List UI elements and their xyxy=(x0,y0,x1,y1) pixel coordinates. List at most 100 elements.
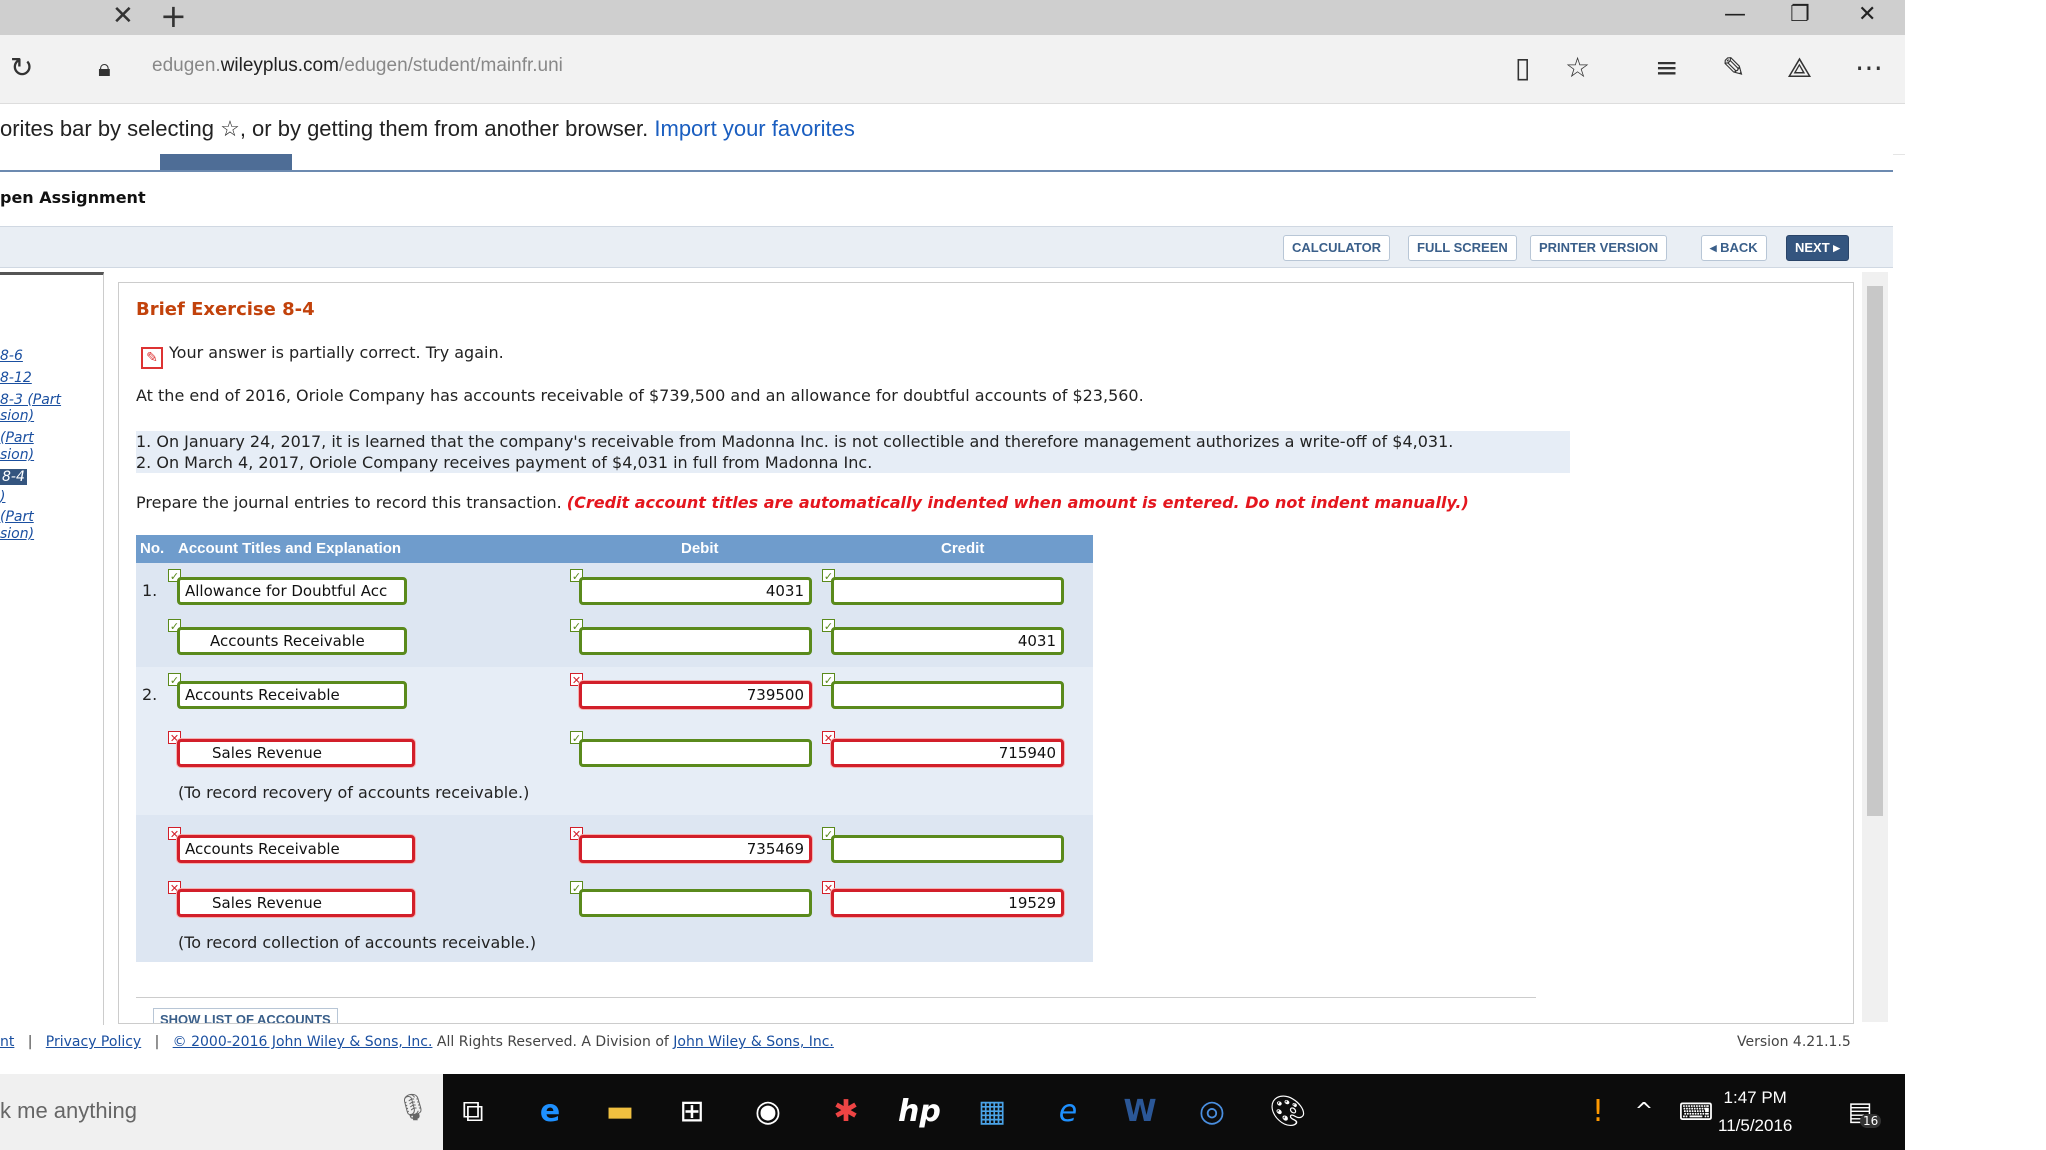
debit-field[interactable]: 739500 xyxy=(579,681,812,709)
favorite-star-icon[interactable]: ☆ xyxy=(1565,49,1590,87)
more-icon[interactable]: ⋯ xyxy=(1855,49,1883,87)
transaction-item: 1. On January 24, 2017, it is learned th… xyxy=(136,432,1454,451)
credit-field[interactable] xyxy=(831,835,1064,863)
paint-icon[interactable]: 🎨︎ xyxy=(1268,1092,1308,1132)
nav-tab-selected[interactable] xyxy=(160,154,292,170)
privacy-policy-link[interactable]: Privacy Policy xyxy=(46,1034,141,1050)
back-button[interactable]: ◂ BACK xyxy=(1701,235,1767,261)
alert-icon[interactable]: ! xyxy=(1578,1092,1618,1132)
account-field[interactable]: Sales Revenue xyxy=(177,889,415,917)
close-window-icon[interactable]: ✕ xyxy=(1858,0,1876,30)
scrollbar-thumb[interactable] xyxy=(1867,286,1883,816)
exercise-title: Brief Exercise 8-4 xyxy=(136,299,315,320)
header-account: Account Titles and Explanation xyxy=(178,540,402,557)
nav-link[interactable]: 8-12 xyxy=(0,370,32,386)
credit-field[interactable] xyxy=(831,577,1064,605)
app-icon[interactable]: ◎ xyxy=(1192,1092,1232,1132)
nav-link[interactable]: sion) xyxy=(0,408,34,424)
hub-icon[interactable]: ≡ xyxy=(1655,49,1678,87)
partially-correct-icon: ✎ xyxy=(141,347,163,369)
header-no: No. xyxy=(140,540,165,557)
nav-link[interactable]: sion) xyxy=(0,526,34,542)
new-tab-icon[interactable]: + xyxy=(160,0,187,34)
chrome-icon[interactable]: ◉ xyxy=(748,1092,788,1132)
assignment-title: pen Assignment xyxy=(0,188,146,207)
journal-header: No. Account Titles and Explanation Debit… xyxy=(136,535,1093,563)
next-button[interactable]: NEXT ▸ xyxy=(1786,235,1849,261)
account-field[interactable]: Accounts Receivable xyxy=(177,681,407,709)
nav-link[interactable]: sion) xyxy=(0,447,34,463)
account-field[interactable]: Sales Revenue xyxy=(177,739,415,767)
printer-version-button[interactable]: PRINTER VERSION xyxy=(1530,235,1668,261)
nav-link[interactable]: (Part xyxy=(0,430,34,446)
account-field[interactable]: Accounts Receivable xyxy=(177,627,407,655)
nav-link[interactable]: (Part xyxy=(0,509,34,525)
close-tab-icon[interactable]: ✕ xyxy=(112,0,134,33)
share-icon[interactable]: ⟁ xyxy=(1787,49,1812,87)
restore-icon[interactable]: ❐ xyxy=(1790,0,1810,30)
task-view-icon[interactable]: ⧉ xyxy=(453,1092,493,1132)
refresh-icon[interactable]: ↻ xyxy=(10,49,33,87)
show-list-of-accounts-button[interactable]: SHOW LIST OF ACCOUNTS xyxy=(153,1008,338,1023)
clock-time: 1:47 PM xyxy=(1723,1088,1787,1107)
transaction-list: 1. On January 24, 2017, it is learned th… xyxy=(136,431,1570,473)
store-icon[interactable]: ⊞ xyxy=(672,1092,712,1132)
clock[interactable]: 1:47 PM 11/5/2016 xyxy=(1718,1084,1792,1140)
edge-icon[interactable]: e xyxy=(530,1092,570,1132)
keyboard-icon[interactable]: ⌨ xyxy=(1676,1092,1716,1132)
page-footer: nt | Privacy Policy | © 2000-2016 John W… xyxy=(0,1034,1893,1064)
nav-link[interactable]: 8-3 (Part xyxy=(0,392,61,408)
url-field[interactable]: edugen.wileyplus.com/edugen/student/main… xyxy=(152,55,563,77)
header-credit: Credit xyxy=(941,540,985,557)
status-message: ✎ Your answer is partially correct. Try a… xyxy=(141,343,504,369)
minimize-icon[interactable]: — xyxy=(1724,0,1746,30)
favorites-bar: orites bar by selecting ☆, or by getting… xyxy=(0,104,1905,155)
notification-badge: 16 xyxy=(1860,1114,1882,1128)
show-list-bar: SHOW LIST OF ACCOUNTS xyxy=(136,997,1536,1023)
word-icon[interactable]: W xyxy=(1120,1092,1160,1132)
account-field[interactable]: Accounts Receivable xyxy=(177,835,415,863)
cortana-search[interactable]: k me anything 🎙︎ xyxy=(0,1074,443,1150)
favorites-message: orites bar by selecting ☆, or by getting… xyxy=(0,116,855,141)
debit-field[interactable] xyxy=(579,739,812,767)
calculator-button[interactable]: CALCULATOR xyxy=(1283,235,1391,261)
file-explorer-icon[interactable]: ▬ xyxy=(600,1092,640,1132)
debit-field[interactable] xyxy=(579,627,812,655)
chevron-up-icon[interactable]: ^ xyxy=(1624,1092,1664,1132)
footer-link[interactable]: nt xyxy=(0,1034,14,1050)
nav-link[interactable]: ) xyxy=(0,489,5,505)
transaction-item: 2. On March 4, 2017, Oriole Company rece… xyxy=(136,453,873,472)
import-favorites-link[interactable]: Import your favorites xyxy=(654,116,855,141)
exercise-content: Brief Exercise 8-4 ✎ Your answer is parti… xyxy=(118,282,1854,1024)
debit-field[interactable]: 735469 xyxy=(579,835,812,863)
instruction-note: (Credit account titles are automatically… xyxy=(566,493,1469,512)
nav-link-selected[interactable]: 8-4 xyxy=(0,469,27,485)
nav-tabs xyxy=(0,154,1893,172)
content-scrollbar[interactable] xyxy=(1862,272,1888,1022)
debit-field[interactable]: 4031 xyxy=(579,577,812,605)
address-bar: ↻ 🔒︎ edugen.wileyplus.com/edugen/student… xyxy=(0,35,1905,104)
credit-field[interactable]: 715940 xyxy=(831,739,1064,767)
debit-field[interactable] xyxy=(579,889,812,917)
web-note-icon[interactable]: ✎ xyxy=(1722,49,1745,87)
instruction-text: Prepare the journal entries to record th… xyxy=(136,493,1469,512)
hp-icon[interactable]: hp xyxy=(898,1092,941,1132)
ie-icon[interactable]: e xyxy=(1048,1092,1088,1132)
calculator-app-icon[interactable]: ▦ xyxy=(972,1092,1012,1132)
version-label: Version 4.21.1.5 xyxy=(1737,1034,1851,1050)
credit-field[interactable] xyxy=(831,681,1064,709)
entry-number: 1. xyxy=(142,581,158,600)
paint-app-icon[interactable]: ✱ xyxy=(826,1092,866,1132)
full-screen-button[interactable]: FULL SCREEN xyxy=(1408,235,1517,261)
microphone-icon[interactable]: 🎙︎ xyxy=(396,1092,429,1123)
reading-view-icon[interactable]: ▯ xyxy=(1515,49,1530,87)
account-field[interactable]: Allowance for Doubtful Acc xyxy=(177,577,407,605)
lock-icon: 🔒︎ xyxy=(98,54,111,82)
copyright-link[interactable]: © 2000-2016 John Wiley & Sons, Inc. xyxy=(173,1034,433,1050)
nav-link[interactable]: 8-6 xyxy=(0,348,23,364)
wiley-link[interactable]: John Wiley & Sons, Inc. xyxy=(673,1034,834,1050)
entry-number: 2. xyxy=(142,685,158,704)
journal-table: No. Account Titles and Explanation Debit… xyxy=(136,535,1093,962)
credit-field[interactable]: 4031 xyxy=(831,627,1064,655)
credit-field[interactable]: 19529 xyxy=(831,889,1064,917)
